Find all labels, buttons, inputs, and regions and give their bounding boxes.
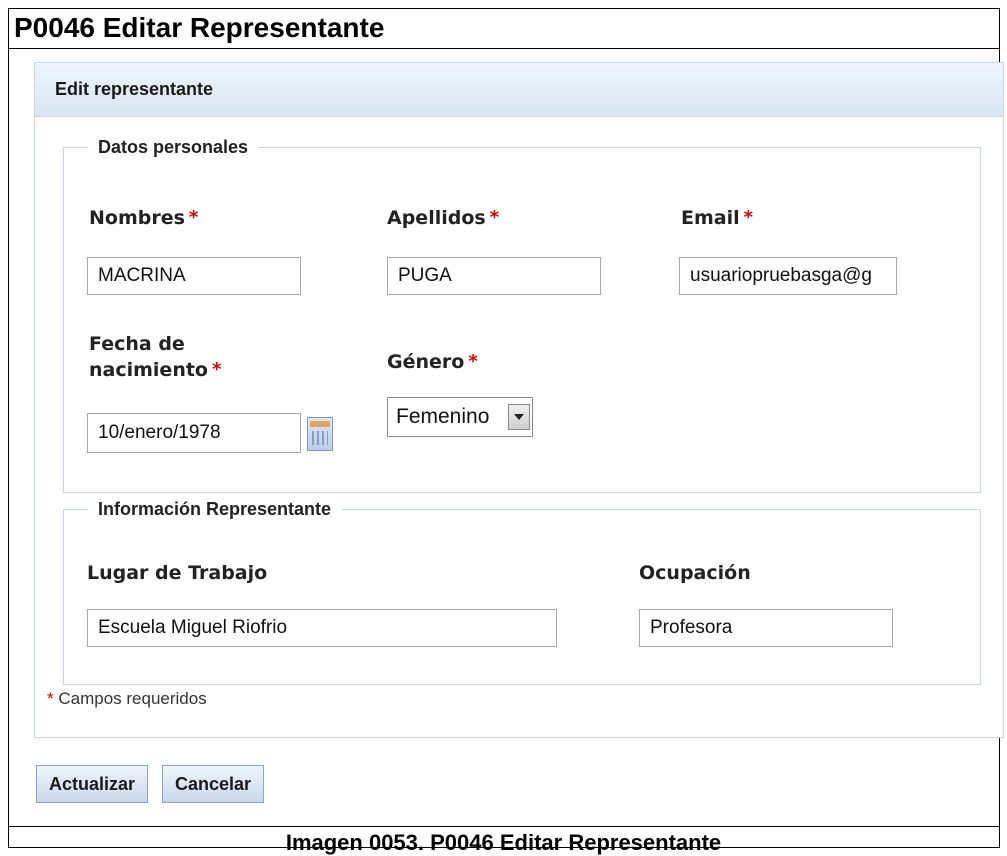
- fecha-label: Fecha de nacimiento *: [89, 333, 222, 381]
- personal-data-legend: Datos personales: [98, 137, 249, 157]
- panel-title: Edit representante: [35, 63, 1003, 117]
- email-input[interactable]: [679, 257, 897, 295]
- figure-caption: Imagen 0053. P0046 Editar Representante: [285, 830, 722, 855]
- ocupacion-input[interactable]: [639, 609, 893, 647]
- chevron-down-icon[interactable]: [508, 404, 530, 430]
- calendar-icon[interactable]: [307, 417, 333, 451]
- update-button[interactable]: Actualizar: [36, 765, 149, 803]
- cancel-button[interactable]: Cancelar: [162, 765, 265, 803]
- title-divider: [8, 48, 1000, 49]
- nombres-label: Nombres *: [89, 207, 199, 229]
- genero-selected-value: Femenino: [396, 405, 490, 428]
- required-fields-note: * Campos requeridos: [47, 689, 207, 708]
- fecha-nacimiento-input[interactable]: [87, 413, 301, 453]
- representante-info-legend: Información Representante: [98, 499, 332, 519]
- apellidos-input[interactable]: [387, 257, 601, 295]
- edit-panel: Edit representante Datos personales Nomb…: [34, 62, 1004, 738]
- genero-label: Género *: [387, 351, 478, 373]
- lugar-trabajo-input[interactable]: [87, 609, 557, 647]
- genero-select[interactable]: Femenino: [387, 397, 533, 437]
- caption-divider: [8, 826, 1000, 827]
- lugar-trabajo-label: Lugar de Trabajo: [87, 562, 268, 584]
- email-label: Email *: [681, 207, 754, 229]
- document-title: P0046 Editar Representante: [14, 12, 385, 43]
- representante-info-group: Información Representante: [63, 499, 981, 685]
- apellidos-label: Apellidos *: [387, 207, 500, 229]
- ocupacion-label: Ocupación: [639, 562, 751, 584]
- nombres-input[interactable]: [87, 257, 301, 295]
